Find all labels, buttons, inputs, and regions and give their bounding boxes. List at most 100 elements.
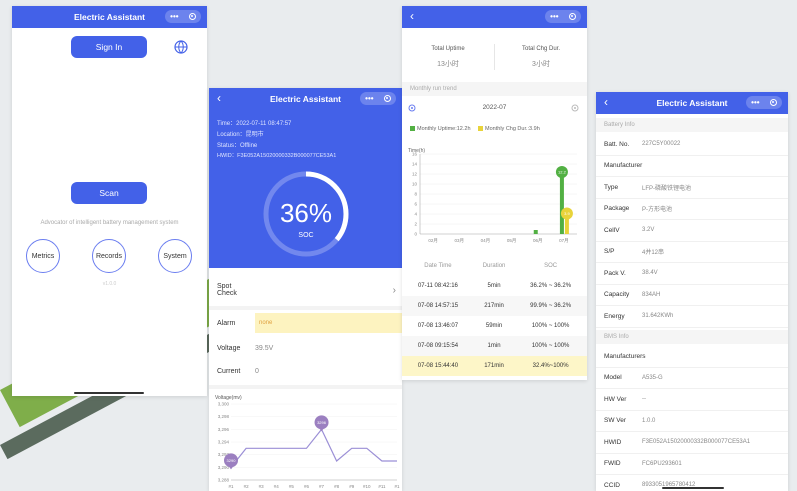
more-icon[interactable]: ••• [170, 12, 178, 21]
globe-icon[interactable] [174, 40, 188, 54]
x-tick-label: 07月 [559, 238, 569, 244]
voltage-value: 39.5V [255, 344, 274, 352]
info-row: Manufacturers [596, 346, 788, 368]
info-row: FWID FC6PU293601 [596, 454, 788, 475]
bms-info-header: BMS Info [596, 330, 788, 344]
y-axis-label: Voltage(mv) [215, 395, 242, 401]
info-value: LFP-磷酸铁锂电池 [642, 185, 692, 192]
info-key: Manufacturer [604, 162, 643, 170]
bar [533, 230, 538, 234]
back-icon[interactable]: ‹ [410, 9, 414, 23]
info-row: Type LFP-磷酸铁锂电池 [596, 177, 788, 199]
info-key: HW Ver [604, 395, 627, 403]
metrics-button[interactable]: Metrics [26, 239, 60, 273]
x-tick-label: #1 [228, 484, 234, 489]
table-row[interactable]: 07-08 15:44:40 171min 32.4%~100% [402, 356, 587, 376]
month-selector[interactable]: 2022-07 [402, 104, 587, 111]
info-key: Model [604, 374, 622, 382]
soc-label: SOC [298, 232, 314, 239]
x-tick-label: #2 [244, 484, 250, 489]
info-row: Manufacturer [596, 156, 788, 177]
current-label: Current [217, 367, 241, 375]
legend-chg: Monthly Chg Dur.:3.9h [485, 126, 540, 132]
cell: 07-08 09:15:54 [402, 336, 474, 356]
cell: 32.4%~100% [514, 356, 587, 376]
cell: 07-08 15:44:40 [402, 356, 474, 376]
close-icon[interactable] [383, 95, 391, 102]
records-button[interactable]: Records [92, 239, 126, 273]
system-button[interactable]: System [158, 239, 192, 273]
monthly-trend-header: Monthly run trend [402, 82, 587, 96]
y-tick-label: 3,298 [218, 414, 230, 419]
info-key: S/P [604, 248, 615, 256]
system-screen: ‹ Electric Assistant ••• Battery Info Ba… [596, 92, 788, 491]
mini-program-capsule[interactable]: ••• [545, 10, 581, 23]
settings-icon[interactable] [571, 104, 579, 112]
status-text: Status：Offline [217, 143, 258, 149]
y-tick-label: 3,294 [218, 440, 230, 445]
back-icon[interactable]: ‹ [217, 91, 221, 105]
x-tick-label: #6 [304, 484, 310, 489]
info-value: 834AH [642, 291, 661, 298]
more-icon[interactable]: ••• [550, 12, 558, 21]
info-value: 3.2V [642, 227, 655, 234]
metrics-header: Time：2022-07-11 08:47:57 Location：昆明市 St… [209, 110, 402, 268]
sign-in-button[interactable]: Sign In [71, 36, 147, 58]
alarm-row: Alarm none [209, 313, 402, 333]
info-key: Pack V. [604, 269, 626, 277]
marker-label: 3290 [227, 458, 237, 463]
info-key: Capacity [604, 291, 630, 299]
info-value: P-方形电池 [642, 207, 673, 214]
info-value: F3E052A15020000332B000077CE53A1 [642, 439, 751, 446]
table-row[interactable]: 07-08 14:57:15 217min 99.9% ~ 36.2% [402, 296, 587, 316]
y-tick-label: 0 [414, 232, 417, 237]
y-tick-label: 2 [414, 222, 417, 227]
legend-uptime-swatch [410, 126, 415, 132]
records-topbar: ‹ ••• [402, 6, 587, 28]
x-tick-label: #11 [378, 484, 386, 489]
divider [209, 306, 402, 310]
mini-program-capsule[interactable]: ••• [165, 10, 201, 23]
info-value: FC6PU293601 [642, 460, 682, 467]
bar [559, 173, 564, 234]
table-row[interactable]: 07-08 13:46:07 59min 100% ~ 100% [402, 316, 587, 336]
x-tick-label: #9 [349, 484, 355, 489]
home-topbar: Electric Assistant ••• [12, 6, 207, 28]
y-tick-label: 14 [412, 162, 418, 167]
cell: 07-11 08:42:16 [417, 283, 458, 289]
back-icon[interactable]: ‹ [604, 95, 608, 109]
info-key: SW Ver [604, 417, 627, 425]
close-icon[interactable] [769, 99, 777, 106]
info-key: Batt. No. [604, 140, 630, 148]
x-tick-label: #7 [319, 484, 325, 489]
system-topbar: ‹ Electric Assistant ••• [596, 92, 788, 114]
info-value: A535-G [642, 374, 663, 381]
info-row: SW Ver 1.0.0 [596, 411, 788, 432]
info-key: CCID [604, 481, 620, 489]
info-row: Batt. No. 227C5Y00022 [596, 134, 788, 156]
close-icon[interactable] [188, 13, 196, 20]
info-value: 38.4V [642, 270, 658, 277]
divider [209, 385, 402, 389]
spot-check-row[interactable]: Spot Check › [209, 278, 402, 302]
header-soc: SOC [544, 263, 558, 269]
info-value: 31.642KWh [642, 313, 674, 320]
app-title: Electric Assistant [73, 12, 146, 22]
cell: 1min [473, 336, 515, 356]
marker-label: 3296 [317, 420, 327, 425]
hwid-text: HWID：F3E052A15020000332B000077CE53A1 [217, 153, 337, 159]
more-icon[interactable]: ••• [751, 98, 759, 107]
scan-button[interactable]: Scan [71, 182, 147, 204]
info-row: Model A535-G [596, 368, 788, 389]
table-row[interactable]: 07-11 08:42:16 5min 36.2% ~ 36.2% [402, 276, 587, 296]
close-icon[interactable] [568, 13, 576, 20]
mini-program-capsule[interactable]: ••• [360, 92, 396, 105]
x-tick-label: #10 [363, 484, 371, 489]
info-value: -- [642, 396, 646, 403]
cell: 217min [473, 296, 515, 316]
x-tick-label: 02月 [428, 238, 438, 244]
more-icon[interactable]: ••• [365, 94, 373, 103]
mini-program-capsule[interactable]: ••• [746, 96, 782, 109]
chevron-right-icon: › [392, 284, 396, 296]
table-row[interactable]: 07-08 09:15:54 1min 100% ~ 100% [402, 336, 587, 356]
